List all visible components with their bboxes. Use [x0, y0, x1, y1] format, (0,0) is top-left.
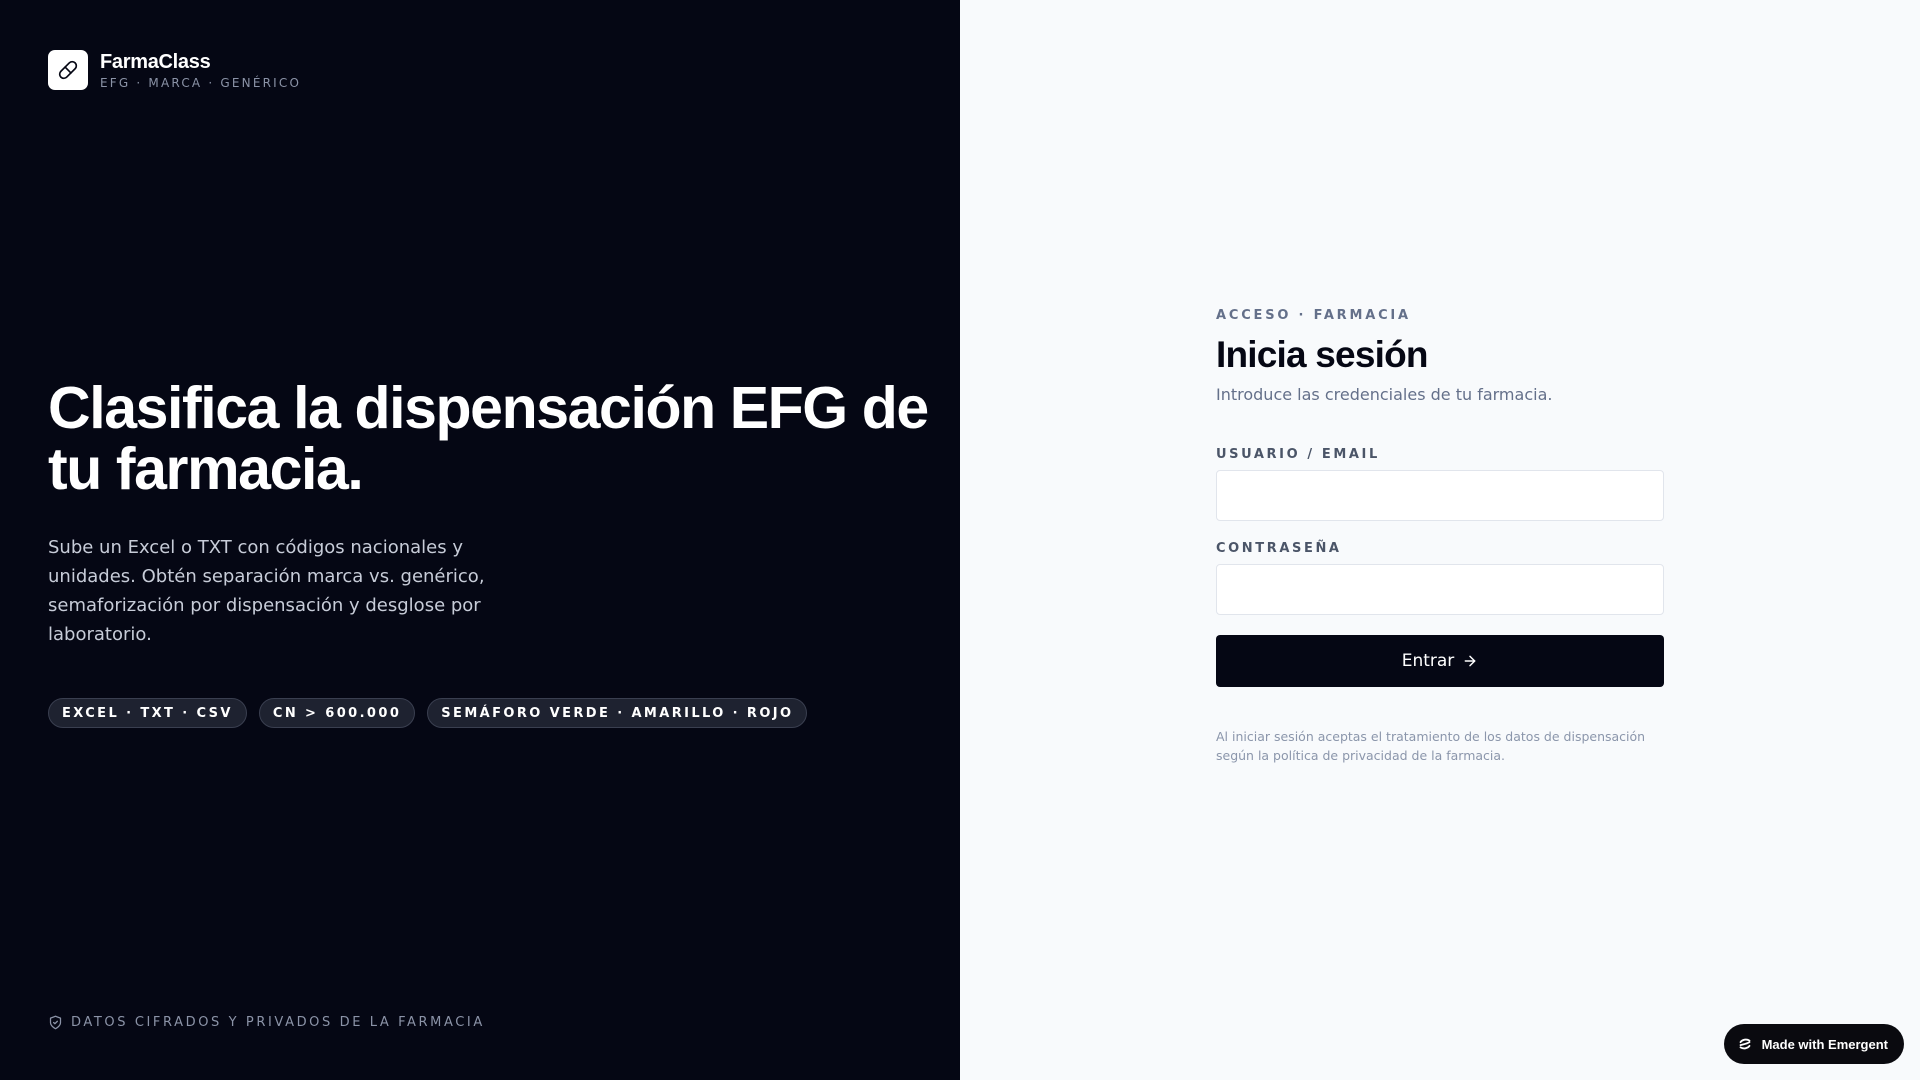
brand-tagline: EFG · MARCA · GENÉRICO [100, 76, 302, 90]
made-with-emergent-badge[interactable]: Made with Emergent [1723, 1024, 1904, 1064]
login-button[interactable]: Entrar [1216, 635, 1664, 687]
security-note: DATOS CIFRADOS Y PRIVADOS DE LA FARMACIA [48, 1015, 485, 1030]
arrow-right-icon [1464, 655, 1476, 667]
hero-title: Clasifica la dispensación EFG de tu farm… [48, 375, 929, 502]
security-text: DATOS CIFRADOS Y PRIVADOS DE LA FARMACIA [71, 1015, 485, 1030]
username-input[interactable] [1216, 470, 1664, 521]
login-eyebrow: ACCESO · FARMACIA [1216, 308, 1411, 323]
login-subtitle: Introduce las credenciales de tu farmaci… [1216, 385, 1553, 404]
feature-pill-cn: CN > 600.000 [258, 698, 416, 728]
feature-pill-formats: EXCEL · TXT · CSV [48, 698, 247, 728]
login-button-label: Entrar [1401, 651, 1455, 671]
badge-label: Made with Emergent [1761, 1036, 1888, 1052]
password-label: CONTRASEÑA [1216, 541, 1342, 556]
login-form: ACCESO · FARMACIA Inicia sesión Introduc… [1216, 308, 1664, 765]
feature-pills: EXCEL · TXT · CSV CN > 600.000 SEMÁFORO … [48, 698, 808, 728]
feature-pill-semaforo: SEMÁFORO VERDE · AMARILLO · ROJO [427, 698, 808, 728]
brand: FarmaClass EFG · MARCA · GENÉRICO [48, 50, 301, 90]
shield-icon [49, 1015, 62, 1030]
hero-description: Sube un Excel o TXT con códigos nacional… [48, 537, 485, 645]
legal-notice: Al iniciar sesión aceptas el tratamiento… [1216, 729, 1646, 763]
brand-name: FarmaClass [100, 51, 211, 73]
hero-panel: FarmaClass EFG · MARCA · GENÉRICO Clasif… [0, 0, 960, 1080]
emergent-logo-icon [1739, 1038, 1750, 1050]
login-title: Inicia sesión [1216, 334, 1429, 375]
brand-text: FarmaClass EFG · MARCA · GENÉRICO [100, 50, 301, 90]
username-label: USUARIO / EMAIL [1216, 447, 1380, 462]
password-input[interactable] [1216, 564, 1664, 615]
pill-icon [48, 50, 88, 90]
login-panel: ACCESO · FARMACIA Inicia sesión Introduc… [960, 0, 1920, 1080]
